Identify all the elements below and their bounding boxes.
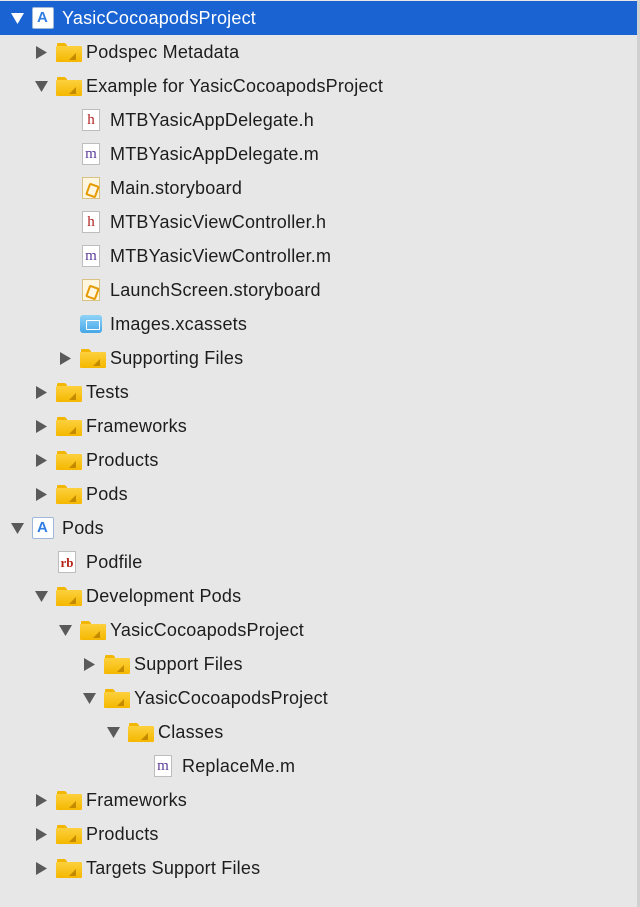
folder-icon <box>56 381 82 403</box>
navigator-row-pods[interactable]: Pods <box>0 477 637 511</box>
header-file-icon: h <box>80 109 102 131</box>
navigator-row-mtbyasicappdelegate-h[interactable]: h MTBYasicAppDelegate.h <box>0 103 637 137</box>
navigator-row-tests[interactable]: Tests <box>0 375 637 409</box>
disclosure-expanded-icon[interactable] <box>34 589 48 603</box>
navigator-row-podspec-metadata[interactable]: Podspec Metadata <box>0 35 637 69</box>
navigator-row-pods[interactable]: Pods <box>0 511 637 545</box>
disclosure-expanded-icon[interactable] <box>10 521 24 535</box>
disclosure-expanded-icon[interactable] <box>34 79 48 93</box>
disclosure-collapsed-icon[interactable] <box>34 385 48 399</box>
navigator-item-label: Products <box>86 449 159 470</box>
storyboard-file-icon <box>80 279 102 301</box>
navigator-row-main-storyboard[interactable]: Main.storyboard <box>0 171 637 205</box>
navigator-item-label: Pods <box>86 483 128 504</box>
disclosure-collapsed-icon[interactable] <box>34 827 48 841</box>
navigator-item-label: Development Pods <box>86 585 242 606</box>
navigator-item-label: MTBYasicViewController.m <box>110 245 332 266</box>
storyboard-file-icon <box>80 177 102 199</box>
folder-icon <box>56 483 82 505</box>
folder-icon <box>56 415 82 437</box>
navigator-row-yasiccocoapodsproject[interactable]: YasicCocoapodsProject <box>0 681 637 715</box>
folder-icon <box>128 721 154 743</box>
disclosure-collapsed-icon[interactable] <box>34 793 48 807</box>
navigator-row-images-xcassets[interactable]: Images.xcassets <box>0 307 637 341</box>
objc-file-icon: m <box>80 245 102 267</box>
disclosure-expanded-icon[interactable] <box>82 691 96 705</box>
navigator-row-products[interactable]: Products <box>0 443 637 477</box>
navigator-item-label: Frameworks <box>86 415 188 436</box>
ruby-file-icon: rb <box>56 551 78 573</box>
navigator-row-supporting-files[interactable]: Supporting Files <box>0 341 637 375</box>
project-icon <box>32 7 54 29</box>
navigator-row-development-pods[interactable]: Development Pods <box>0 579 637 613</box>
folder-icon <box>80 347 106 369</box>
navigator-item-label: Example for YasicCocoapodsProject <box>86 75 384 96</box>
navigator-row-support-files[interactable]: Support Files <box>0 647 637 681</box>
objc-file-icon: m <box>152 755 174 777</box>
header-file-icon: h <box>80 211 102 233</box>
navigator-item-label: Tests <box>86 381 130 402</box>
folder-icon <box>104 653 130 675</box>
navigator-row-yasiccocoapodsproject[interactable]: YasicCocoapodsProject <box>0 1 637 35</box>
navigator-item-label: LaunchScreen.storyboard <box>110 279 321 300</box>
disclosure-collapsed-icon[interactable] <box>34 487 48 501</box>
asset-catalog-icon <box>80 313 102 335</box>
folder-icon <box>104 687 130 709</box>
disclosure-collapsed-icon[interactable] <box>82 657 96 671</box>
navigator-row-launchscreen-storyboard[interactable]: LaunchScreen.storyboard <box>0 273 637 307</box>
folder-icon <box>80 619 106 641</box>
navigator-item-label: YasicCocoapodsProject <box>110 619 304 640</box>
disclosure-collapsed-icon[interactable] <box>58 351 72 365</box>
navigator-item-label: ReplaceMe.m <box>182 755 296 776</box>
navigator-row-replaceme-m[interactable]: m ReplaceMe.m <box>0 749 637 783</box>
project-navigator: YasicCocoapodsProject Podspec Metadata Exa… <box>0 0 640 907</box>
project-icon <box>32 517 54 539</box>
navigator-row-targets-support-files[interactable]: Targets Support Files <box>0 851 637 885</box>
folder-icon <box>56 75 82 97</box>
navigator-item-label: Support Files <box>134 653 243 674</box>
folder-icon <box>56 823 82 845</box>
disclosure-collapsed-icon[interactable] <box>34 419 48 433</box>
folder-icon <box>56 41 82 63</box>
objc-file-icon: m <box>80 143 102 165</box>
navigator-item-label: Main.storyboard <box>110 177 243 198</box>
navigator-item-label: Podspec Metadata <box>86 41 240 62</box>
disclosure-collapsed-icon[interactable] <box>34 453 48 467</box>
navigator-row-frameworks[interactable]: Frameworks <box>0 783 637 817</box>
navigator-item-label: YasicCocoapodsProject <box>62 7 256 28</box>
folder-icon <box>56 857 82 879</box>
navigator-row-products[interactable]: Products <box>0 817 637 851</box>
disclosure-expanded-icon[interactable] <box>10 11 24 25</box>
navigator-row-classes[interactable]: Classes <box>0 715 637 749</box>
navigator-item-label: Frameworks <box>86 789 188 810</box>
navigator-row-frameworks[interactable]: Frameworks <box>0 409 637 443</box>
navigator-row-podfile[interactable]: rb Podfile <box>0 545 637 579</box>
navigator-item-label: Classes <box>158 721 224 742</box>
folder-icon <box>56 449 82 471</box>
navigator-item-label: Products <box>86 823 159 844</box>
disclosure-expanded-icon[interactable] <box>106 725 120 739</box>
navigator-row-mtbyasicviewcontroller-m[interactable]: m MTBYasicViewController.m <box>0 239 637 273</box>
navigator-row-mtbyasicviewcontroller-h[interactable]: h MTBYasicViewController.h <box>0 205 637 239</box>
disclosure-expanded-icon[interactable] <box>58 623 72 637</box>
folder-icon <box>56 585 82 607</box>
navigator-item-label: Pods <box>62 517 104 538</box>
disclosure-collapsed-icon[interactable] <box>34 861 48 875</box>
navigator-item-label: Images.xcassets <box>110 313 248 334</box>
navigator-item-label: YasicCocoapodsProject <box>134 687 328 708</box>
disclosure-collapsed-icon[interactable] <box>34 45 48 59</box>
navigator-item-label: MTBYasicAppDelegate.h <box>110 109 314 130</box>
navigator-row-mtbyasicappdelegate-m[interactable]: m MTBYasicAppDelegate.m <box>0 137 637 171</box>
folder-icon <box>56 789 82 811</box>
navigator-row-example-for-yasiccocoapodsproject[interactable]: Example for YasicCocoapodsProject <box>0 69 637 103</box>
navigator-row-yasiccocoapodsproject[interactable]: YasicCocoapodsProject <box>0 613 637 647</box>
navigator-item-label: Targets Support Files <box>86 857 261 878</box>
navigator-item-label: MTBYasicAppDelegate.m <box>110 143 319 164</box>
navigator-item-label: MTBYasicViewController.h <box>110 211 327 232</box>
navigator-item-label: Podfile <box>86 551 143 572</box>
navigator-item-label: Supporting Files <box>110 347 244 368</box>
